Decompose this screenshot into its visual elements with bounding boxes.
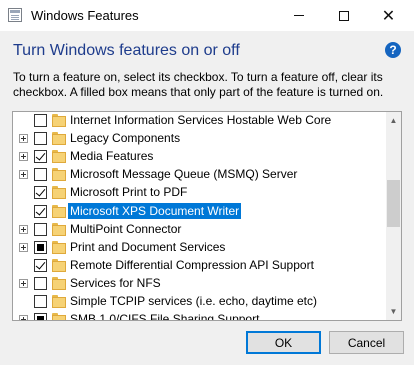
feature-row[interactable]: MultiPoint Connector	[13, 220, 387, 238]
feature-checkbox[interactable]	[34, 276, 47, 290]
ok-button[interactable]: OK	[246, 331, 321, 354]
feature-checkbox[interactable]	[34, 168, 47, 182]
feature-row[interactable]: Microsoft XPS Document Writer	[13, 202, 387, 220]
window-title: Windows Features	[31, 8, 139, 23]
feature-label[interactable]: SMB 1.0/CIFS File Sharing Support	[68, 311, 261, 320]
expand-icon[interactable]	[19, 278, 28, 288]
instructions-text: To turn a feature on, select its checkbo…	[13, 70, 408, 100]
expand-icon[interactable]	[19, 134, 28, 144]
maximize-button[interactable]	[321, 0, 366, 31]
feature-label[interactable]: Media Features	[68, 148, 155, 164]
feature-checkbox[interactable]	[34, 186, 47, 200]
feature-label[interactable]: Print and Document Services	[68, 239, 227, 255]
page-title: Turn Windows features on or off	[13, 42, 240, 59]
feature-checkbox[interactable]	[34, 132, 47, 146]
feature-label[interactable]: Internet Information Services Hostable W…	[68, 112, 333, 128]
expand-icon[interactable]	[19, 315, 28, 320]
feature-checkbox[interactable]	[34, 222, 47, 236]
instructions-line-2: checkbox. A filled box means that only p…	[13, 85, 384, 99]
windows-features-icon	[8, 8, 22, 22]
feature-row[interactable]: Simple TCPIP services (i.e. echo, daytim…	[13, 292, 387, 310]
feature-row[interactable]: Remote Differential Compression API Supp…	[13, 256, 387, 274]
feature-row[interactable]: Legacy Components	[13, 129, 387, 147]
scroll-down-icon[interactable]: ▼	[386, 303, 401, 320]
vertical-scrollbar[interactable]: ▲ ▼	[386, 112, 401, 320]
folder-icon	[52, 204, 66, 218]
folder-icon	[52, 258, 66, 272]
feature-row[interactable]: Microsoft Print to PDF	[13, 183, 387, 201]
cancel-button[interactable]: Cancel	[329, 331, 404, 354]
feature-label[interactable]: Microsoft Print to PDF	[68, 184, 189, 200]
dialog-body: Turn Windows features on or off ? To tur…	[0, 31, 414, 365]
maximize-icon	[338, 10, 349, 21]
feature-checkbox[interactable]	[34, 114, 47, 127]
feature-label[interactable]: Services for NFS	[68, 275, 163, 291]
feature-label[interactable]: Remote Differential Compression API Supp…	[68, 257, 316, 273]
feature-row[interactable]: Internet Information Services Hostable W…	[13, 112, 387, 129]
feature-checkbox[interactable]	[34, 258, 47, 272]
folder-icon	[52, 313, 66, 320]
folder-icon	[52, 168, 66, 182]
feature-checkbox[interactable]	[34, 295, 47, 308]
title-bar[interactable]: Windows Features ✕	[0, 0, 414, 31]
instructions-line-1: To turn a feature on, select its checkbo…	[13, 70, 383, 84]
folder-icon	[52, 114, 66, 127]
feature-label[interactable]: Legacy Components	[68, 130, 182, 146]
folder-icon	[52, 222, 66, 236]
expand-icon[interactable]	[19, 170, 28, 180]
folder-icon	[52, 132, 66, 146]
features-tree[interactable]: SMB 1.0/CIFS File Sharing Support Simple …	[12, 111, 402, 321]
folder-icon	[52, 186, 66, 200]
feature-checkbox[interactable]	[34, 204, 47, 218]
folder-icon	[52, 276, 66, 290]
folder-icon	[52, 240, 66, 254]
feature-row[interactable]: SMB 1.0/CIFS File Sharing Support	[13, 310, 387, 320]
close-button[interactable]: ✕	[366, 0, 411, 31]
feature-checkbox[interactable]	[34, 150, 47, 164]
minimize-button[interactable]	[276, 0, 321, 31]
close-icon: ✕	[381, 7, 396, 25]
feature-checkbox[interactable]	[34, 313, 47, 320]
expand-icon[interactable]	[19, 242, 28, 252]
feature-checkbox[interactable]	[34, 240, 47, 254]
feature-row[interactable]: Services for NFS	[13, 274, 387, 292]
feature-label[interactable]: Microsoft Message Queue (MSMQ) Server	[68, 166, 299, 182]
feature-label[interactable]: MultiPoint Connector	[68, 221, 183, 237]
feature-row[interactable]: Media Features	[13, 147, 387, 165]
expand-icon[interactable]	[19, 224, 28, 234]
feature-label[interactable]: Simple TCPIP services (i.e. echo, daytim…	[68, 293, 319, 309]
feature-label[interactable]: Microsoft XPS Document Writer	[68, 202, 242, 219]
scrollbar-thumb[interactable]	[387, 180, 400, 227]
folder-icon	[52, 295, 66, 308]
expand-icon[interactable]	[19, 152, 28, 162]
feature-row[interactable]: Microsoft Message Queue (MSMQ) Server	[13, 165, 387, 183]
scroll-up-icon[interactable]: ▲	[386, 112, 401, 129]
folder-icon	[52, 150, 66, 164]
help-icon[interactable]: ?	[385, 42, 401, 58]
feature-row[interactable]: Print and Document Services	[13, 238, 387, 256]
minimize-icon	[293, 15, 304, 16]
